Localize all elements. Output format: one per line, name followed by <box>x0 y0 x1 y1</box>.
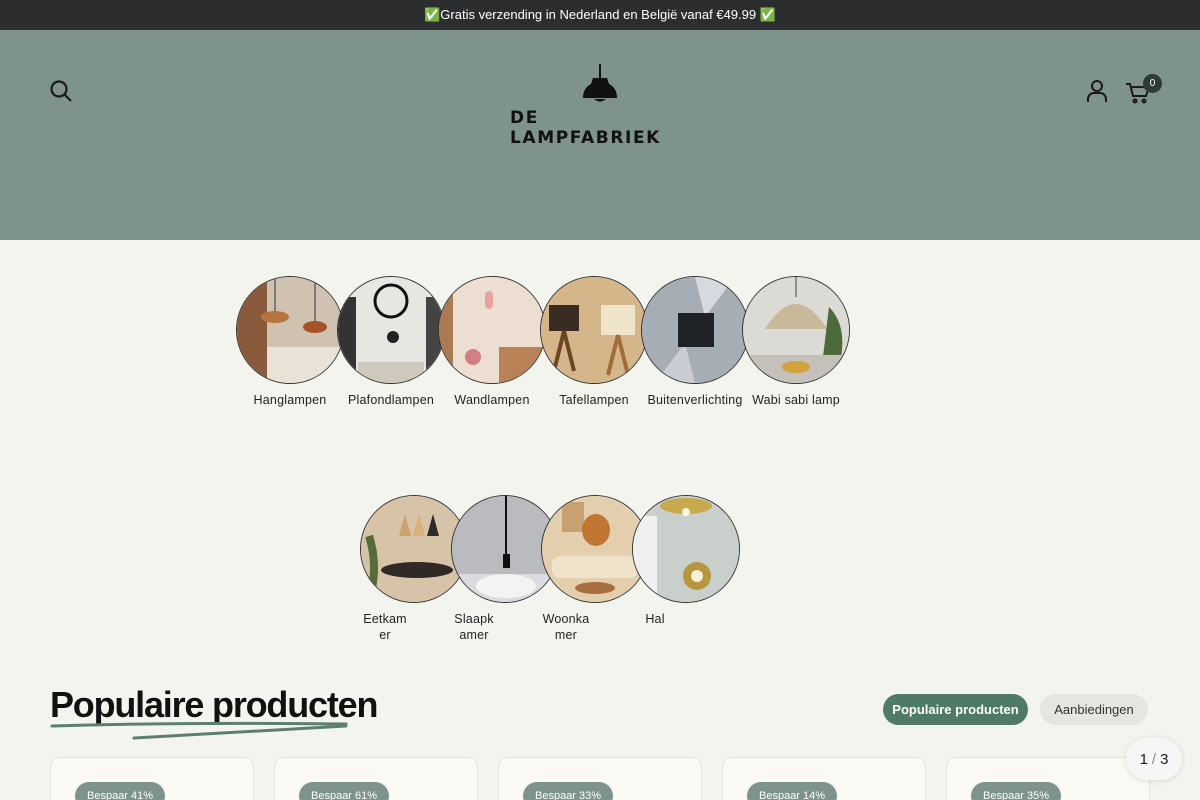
cart-count-badge: 0 <box>1143 74 1162 93</box>
product-card[interactable]: Bespaar 35% <box>946 757 1150 800</box>
category-label: Wandlampen <box>454 393 530 407</box>
search-button[interactable] <box>48 78 74 104</box>
announcement-text: ✅Gratis verzending in Nederland en Belgi… <box>424 7 776 22</box>
category-label: Eetkamer <box>363 612 407 642</box>
announcement-bar: ✅Gratis verzending in Nederland en Belgi… <box>0 0 1200 30</box>
discount-badge: Bespaar 41% <box>75 782 166 800</box>
category-hal[interactable]: Hal <box>632 495 740 627</box>
category-plafondlampen[interactable]: Plafondlampen <box>337 276 445 408</box>
category-label: Hanglampen <box>253 393 327 407</box>
category-image <box>337 276 445 384</box>
category-image <box>742 276 850 384</box>
tab-aanbiedingen[interactable]: Aanbiedingen <box>1040 694 1148 725</box>
site-header: DE LAMPFABRIEK 0 <box>0 30 1200 240</box>
category-label: Tafellampen <box>559 393 629 407</box>
site-logo[interactable]: DE LAMPFABRIEK <box>510 64 690 154</box>
logo-text: DE LAMPFABRIEK <box>510 108 661 148</box>
pager-total: 3 <box>1160 750 1169 768</box>
account-button[interactable] <box>1084 78 1110 104</box>
category-image <box>438 276 546 384</box>
product-card[interactable]: Bespaar 14% <box>722 757 926 800</box>
tab-populaire-producten[interactable]: Populaire producten <box>883 694 1028 725</box>
search-icon <box>50 80 72 102</box>
category-image <box>641 276 749 384</box>
pager-current: 1 <box>1139 750 1148 768</box>
product-card[interactable]: Bespaar 33% <box>498 757 702 800</box>
product-card[interactable]: Bespaar 61% <box>274 757 478 800</box>
category-wabi-sabi-lamp[interactable]: Wabi sabi lamp <box>742 276 850 408</box>
discount-badge: Bespaar 61% <box>299 782 390 800</box>
category-buitenverlichting[interactable]: Buitenverlichting <box>641 276 749 408</box>
category-label: Hal <box>645 612 665 626</box>
pager-separator: / <box>1151 750 1157 768</box>
user-icon <box>1087 80 1107 102</box>
category-wandlampen[interactable]: Wandlampen <box>438 276 546 408</box>
title-underline <box>50 721 348 740</box>
product-card[interactable]: Bespaar 41% <box>50 757 254 800</box>
category-label: Plafondlampen <box>348 393 434 407</box>
category-image <box>540 276 648 384</box>
category-image <box>236 276 344 384</box>
category-image <box>632 495 740 603</box>
lamp-logo-icon <box>583 64 617 102</box>
discount-badge: Bespaar 35% <box>971 782 1062 800</box>
discount-badge: Bespaar 33% <box>523 782 614 800</box>
category-label: Wabi sabi lamp <box>752 393 840 407</box>
category-tafellampen[interactable]: Tafellampen <box>540 276 648 408</box>
carousel-pager[interactable]: 1 / 3 <box>1126 738 1182 780</box>
category-label: Buitenverlichting <box>647 393 743 407</box>
category-hanglampen[interactable]: Hanglampen <box>236 276 344 408</box>
category-label: Woonkamer <box>542 612 590 642</box>
discount-badge: Bespaar 14% <box>747 782 838 800</box>
category-label: Slaapkamer <box>454 612 494 642</box>
